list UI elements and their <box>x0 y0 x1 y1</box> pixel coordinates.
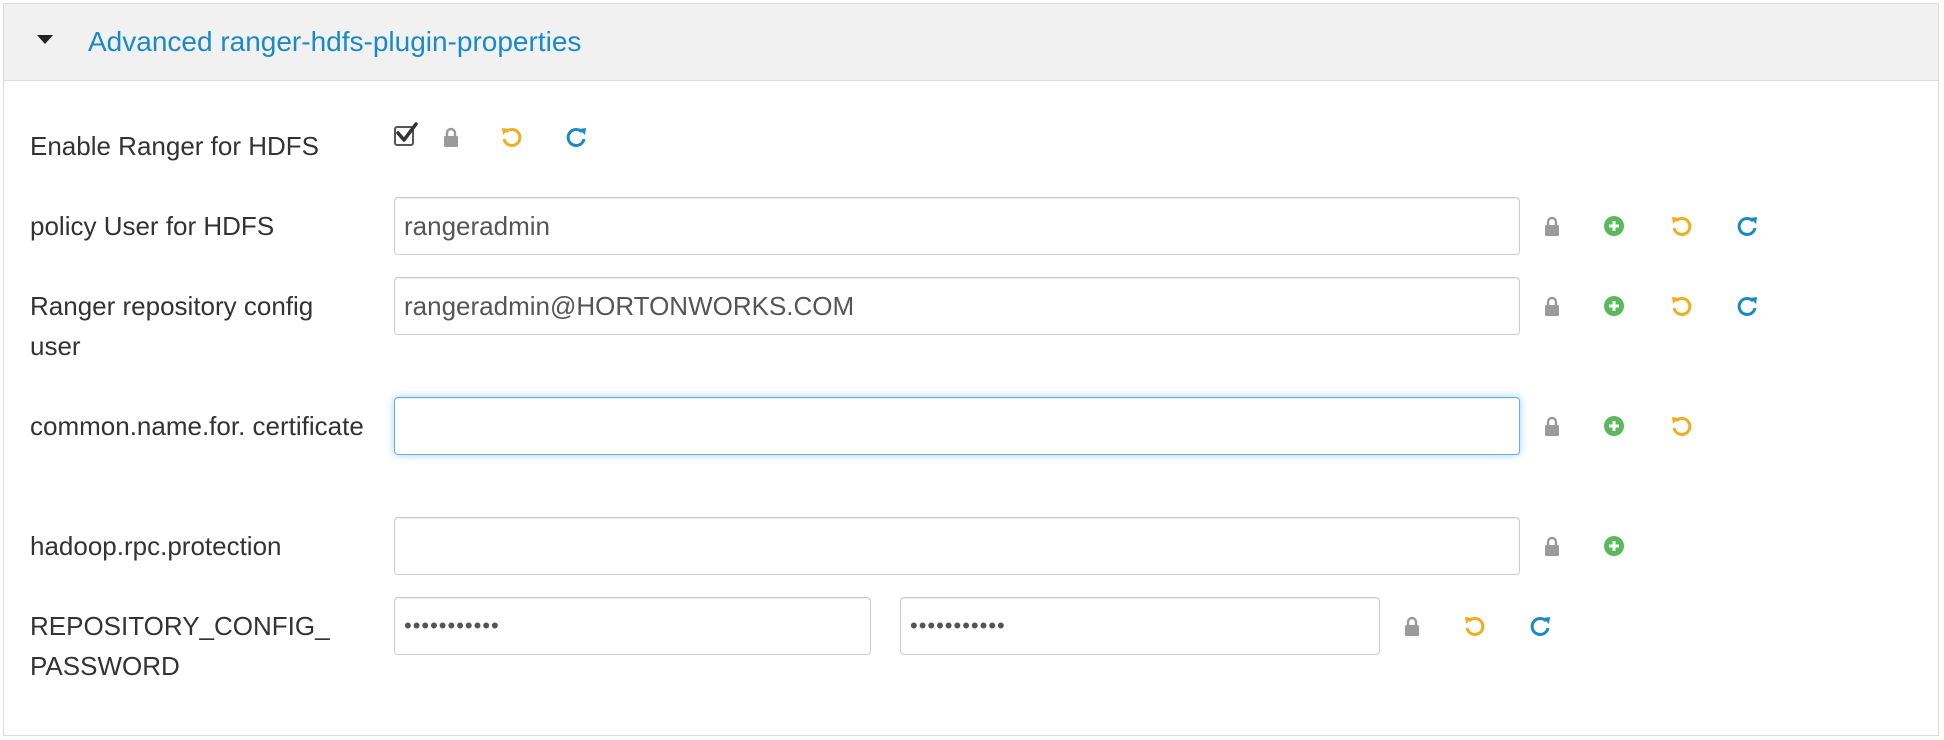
plus-circle-icon[interactable] <box>1603 415 1625 437</box>
undo-icon[interactable] <box>1670 295 1692 317</box>
section-header[interactable]: Advanced ranger-hdfs-plugin-properties <box>4 4 1938 81</box>
caret-down-icon[interactable] <box>37 35 53 44</box>
lock-icon[interactable] <box>1541 295 1563 317</box>
enable-ranger-checkbox[interactable] <box>394 122 418 146</box>
refresh-icon[interactable] <box>1737 295 1759 317</box>
label-enable-ranger: Enable Ranger for HDFS <box>30 131 320 161</box>
undo-icon[interactable] <box>1463 615 1485 637</box>
lock-icon[interactable] <box>1541 215 1563 237</box>
label-repo-config-password: REPOSITORY_CONFIG_ PASSWORD <box>30 611 330 681</box>
refresh-icon[interactable] <box>566 126 588 148</box>
checkmark-icon <box>396 122 418 142</box>
section-title[interactable]: Advanced ranger-hdfs-plugin-properties <box>88 26 581 58</box>
repo-config-user-input[interactable]: rangeradmin@HORTONWORKS.COM <box>394 277 1520 335</box>
repo-config-password-input[interactable]: ••••••••••• <box>394 597 871 655</box>
undo-icon[interactable] <box>1670 415 1692 437</box>
policy-user-input[interactable]: rangeradmin <box>394 197 1520 255</box>
repo-config-password-confirm-input[interactable]: ••••••••••• <box>900 597 1380 655</box>
undo-icon[interactable] <box>1670 215 1692 237</box>
label-hadoop-rpc-protection: hadoop.rpc.protection <box>30 531 282 561</box>
lock-icon[interactable] <box>440 126 462 148</box>
label-policy-user: policy User for HDFS <box>30 211 275 241</box>
lock-icon[interactable] <box>1541 535 1563 557</box>
label-common-name-cert: common.name.for. certificate <box>30 411 364 441</box>
plus-circle-icon[interactable] <box>1603 295 1625 317</box>
common-name-cert-input[interactable] <box>394 397 1520 455</box>
lock-icon[interactable] <box>1541 415 1563 437</box>
refresh-icon[interactable] <box>1530 615 1552 637</box>
plus-circle-icon[interactable] <box>1603 535 1625 557</box>
undo-icon[interactable] <box>500 126 522 148</box>
hadoop-rpc-protection-input[interactable] <box>394 517 1520 575</box>
refresh-icon[interactable] <box>1737 215 1759 237</box>
label-repo-config-user: Ranger repository config user <box>30 291 314 361</box>
lock-icon[interactable] <box>1401 615 1423 637</box>
plus-circle-icon[interactable] <box>1603 215 1625 237</box>
